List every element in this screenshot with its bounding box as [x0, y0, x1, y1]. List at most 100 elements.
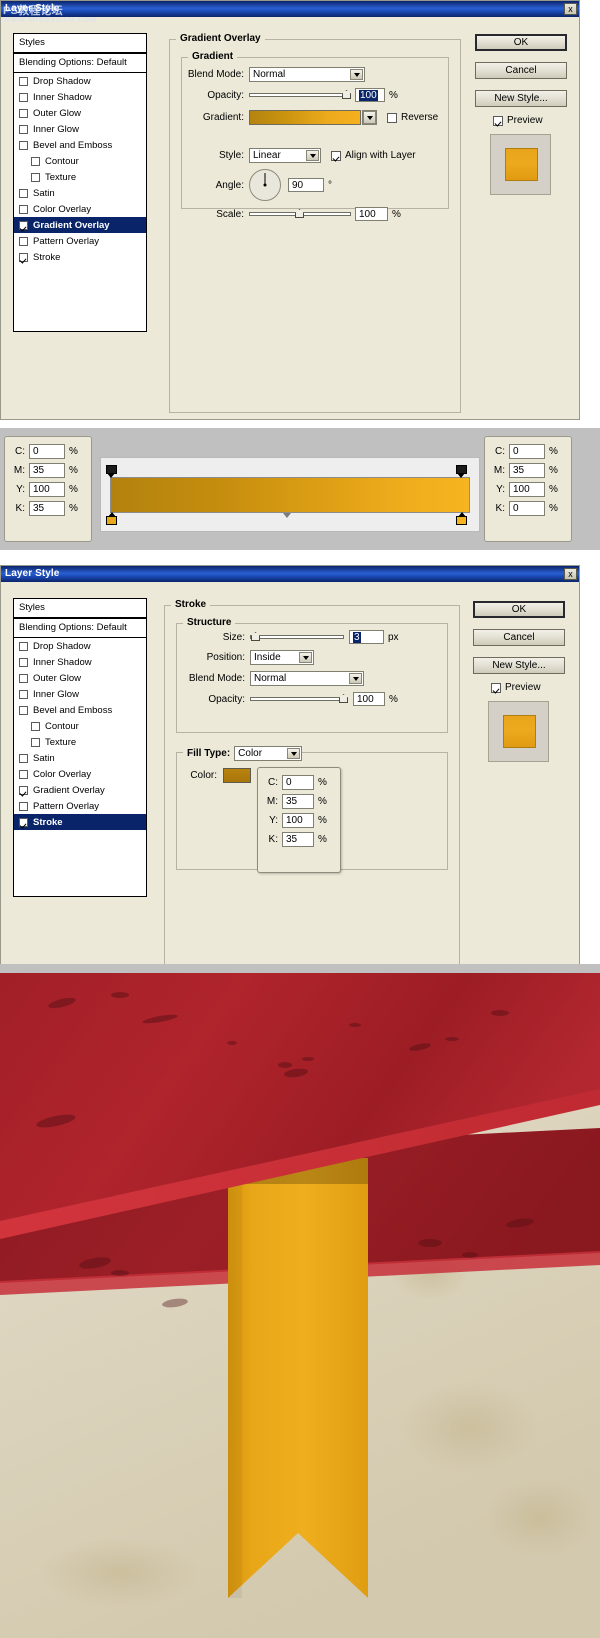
- checkbox-texture[interactable]: [31, 172, 40, 182]
- close-icon[interactable]: x: [564, 568, 577, 580]
- sidebar-item-texture[interactable]: Texture: [14, 169, 146, 185]
- sidebar-item-satin[interactable]: Satin: [14, 750, 146, 766]
- checkbox-inner-glow[interactable]: [19, 689, 28, 699]
- sidebar-item-contour[interactable]: Contour: [14, 718, 146, 734]
- blend-mode-dropdown[interactable]: Normal: [249, 67, 365, 82]
- blending-options-row[interactable]: Blending Options: Default: [14, 619, 146, 638]
- chevron-down-icon[interactable]: [349, 673, 362, 684]
- size-slider-thumb[interactable]: [251, 632, 260, 641]
- input-left-m[interactable]: 35: [29, 463, 65, 478]
- gradient-preview-swatch[interactable]: [249, 110, 361, 125]
- sidebar-item-gradient-overlay[interactable]: Gradient Overlay: [14, 217, 146, 233]
- cancel-button[interactable]: Cancel: [475, 62, 567, 79]
- chevron-down-icon[interactable]: [287, 748, 301, 759]
- checkbox-contour[interactable]: [31, 156, 40, 166]
- position-dropdown[interactable]: Inside: [250, 650, 314, 665]
- input-stroke-m[interactable]: 35: [282, 794, 314, 809]
- sidebar-item-stroke[interactable]: Stroke: [14, 249, 146, 265]
- checkbox-pattern-overlay[interactable]: [19, 236, 28, 246]
- sidebar-item-inner-shadow[interactable]: Inner Shadow: [14, 89, 146, 105]
- opacity-slider[interactable]: [249, 89, 351, 101]
- checkbox-preview[interactable]: [493, 115, 503, 126]
- chevron-down-icon[interactable]: [363, 111, 376, 124]
- scale-input[interactable]: 100: [355, 207, 388, 221]
- sidebar-item-drop-shadow[interactable]: Drop Shadow: [14, 638, 146, 654]
- sidebar-item-drop-shadow[interactable]: Drop Shadow: [14, 73, 146, 89]
- input-stroke-c[interactable]: 0: [282, 775, 314, 790]
- sidebar-item-pattern-overlay[interactable]: Pattern Overlay: [14, 233, 146, 249]
- preview-checkbox[interactable]: Preview: [491, 682, 541, 693]
- opacity-slider[interactable]: [250, 693, 348, 705]
- input-left-k[interactable]: 35: [29, 501, 65, 516]
- style-dropdown[interactable]: Linear: [249, 148, 321, 163]
- sidebar-item-inner-glow[interactable]: Inner Glow: [14, 686, 146, 702]
- opacity-input[interactable]: 100: [353, 692, 385, 706]
- checkbox-drop-shadow[interactable]: [19, 641, 28, 651]
- gradient-color-stop-left[interactable]: [106, 512, 117, 525]
- gradient-color-stop-right[interactable]: [456, 512, 467, 525]
- checkbox-contour[interactable]: [31, 721, 40, 731]
- input-right-c[interactable]: 0: [509, 444, 545, 459]
- sidebar-item-stroke[interactable]: Stroke: [14, 814, 146, 830]
- size-input[interactable]: 3: [349, 630, 384, 644]
- gradient-picker-dropdown[interactable]: [362, 110, 377, 125]
- stroke-color-swatch[interactable]: [223, 768, 251, 783]
- chevron-down-icon[interactable]: [306, 150, 319, 161]
- gradient-midpoint-marker[interactable]: [283, 513, 291, 518]
- checkbox-bevel-and-emboss[interactable]: [19, 705, 28, 715]
- checkbox-gradient-overlay[interactable]: [19, 220, 28, 230]
- checkbox-color-overlay[interactable]: [19, 769, 28, 779]
- checkbox-drop-shadow[interactable]: [19, 76, 28, 86]
- checkbox-reverse[interactable]: [387, 112, 397, 123]
- reverse-checkbox[interactable]: Reverse: [387, 112, 438, 123]
- scale-slider-thumb[interactable]: [295, 209, 304, 218]
- sidebar-item-inner-shadow[interactable]: Inner Shadow: [14, 654, 146, 670]
- sidebar-item-bevel-and-emboss[interactable]: Bevel and Emboss: [14, 137, 146, 153]
- input-right-m[interactable]: 35: [509, 463, 545, 478]
- fill-type-dropdown[interactable]: Color: [234, 746, 303, 761]
- new-style-button[interactable]: New Style...: [475, 90, 567, 107]
- chevron-down-icon[interactable]: [350, 69, 363, 80]
- checkbox-stroke[interactable]: [19, 817, 28, 827]
- checkbox-inner-shadow[interactable]: [19, 657, 28, 667]
- checkbox-color-overlay[interactable]: [19, 204, 28, 214]
- sidebar-item-gradient-overlay[interactable]: Gradient Overlay: [14, 782, 146, 798]
- input-left-c[interactable]: 0: [29, 444, 65, 459]
- checkbox-bevel-and-emboss[interactable]: [19, 140, 28, 150]
- preview-checkbox[interactable]: Preview: [493, 115, 543, 126]
- checkbox-preview[interactable]: [491, 682, 501, 693]
- input-stroke-y[interactable]: 100: [282, 813, 314, 828]
- input-left-y[interactable]: 100: [29, 482, 65, 497]
- sidebar-item-satin[interactable]: Satin: [14, 185, 146, 201]
- titlebar-gradient[interactable]: Layer Style PS教程论坛 WWW.MISSYUAN.COM x: [1, 1, 579, 24]
- opacity-slider-thumb[interactable]: [339, 694, 348, 703]
- sidebar-item-outer-glow[interactable]: Outer Glow: [14, 670, 146, 686]
- sidebar-item-pattern-overlay[interactable]: Pattern Overlay: [14, 798, 146, 814]
- opacity-input[interactable]: 100: [355, 88, 385, 102]
- opacity-slider-thumb[interactable]: [342, 90, 351, 99]
- titlebar-stroke[interactable]: Layer Style x: [1, 566, 579, 582]
- ok-button[interactable]: OK: [473, 601, 565, 618]
- angle-dial[interactable]: [249, 169, 281, 201]
- input-right-y[interactable]: 100: [509, 482, 545, 497]
- blend-mode-dropdown[interactable]: Normal: [250, 671, 364, 686]
- sidebar-item-outer-glow[interactable]: Outer Glow: [14, 105, 146, 121]
- input-right-k[interactable]: 0: [509, 501, 545, 516]
- ok-button[interactable]: OK: [475, 34, 567, 51]
- checkbox-pattern-overlay[interactable]: [19, 801, 28, 811]
- checkbox-stroke[interactable]: [19, 252, 28, 262]
- align-with-layer-checkbox[interactable]: Align with Layer: [331, 150, 416, 161]
- checkbox-align-with-layer[interactable]: [331, 150, 341, 161]
- sidebar-item-contour[interactable]: Contour: [14, 153, 146, 169]
- chevron-down-icon[interactable]: [299, 652, 312, 663]
- sidebar-item-inner-glow[interactable]: Inner Glow: [14, 121, 146, 137]
- checkbox-outer-glow[interactable]: [19, 673, 28, 683]
- styles-list-header[interactable]: Styles: [14, 34, 146, 54]
- gradient-opacity-stop-right[interactable]: [456, 465, 467, 478]
- checkbox-gradient-overlay[interactable]: [19, 785, 28, 795]
- checkbox-inner-shadow[interactable]: [19, 92, 28, 102]
- sidebar-item-bevel-and-emboss[interactable]: Bevel and Emboss: [14, 702, 146, 718]
- sidebar-item-color-overlay[interactable]: Color Overlay: [14, 201, 146, 217]
- input-stroke-k[interactable]: 35: [282, 832, 314, 847]
- sidebar-item-texture[interactable]: Texture: [14, 734, 146, 750]
